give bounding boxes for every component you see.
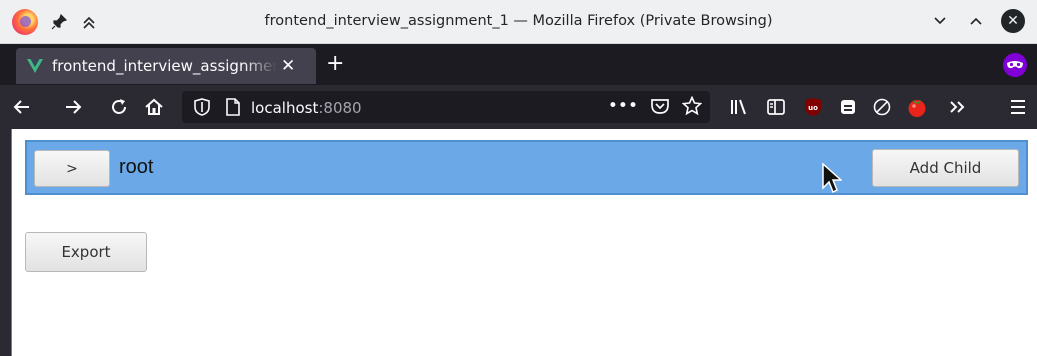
- overflow-menu-icon[interactable]: [945, 95, 969, 119]
- tab-title: frontend_interview_assignment_1: [52, 57, 277, 75]
- url-text: localhost:8080: [251, 98, 362, 117]
- home-icon[interactable]: [142, 95, 166, 119]
- mouse-cursor-icon: [822, 162, 842, 194]
- close-window-icon[interactable]: ✕: [1001, 9, 1025, 33]
- url-actions: •••: [608, 95, 703, 120]
- back-arrow-icon[interactable]: [10, 95, 34, 119]
- maximize-icon[interactable]: [965, 10, 987, 32]
- blocked-icon[interactable]: [870, 95, 894, 119]
- pocket-icon[interactable]: [650, 96, 670, 120]
- tab-active[interactable]: frontend_interview_assignment_1 ✕: [16, 48, 316, 84]
- bookmark-star-icon[interactable]: [681, 95, 703, 120]
- page-info-icon[interactable]: [226, 98, 242, 116]
- multi-account-containers-icon[interactable]: [836, 95, 860, 119]
- vue-icon: [27, 59, 43, 73]
- tracking-protection-icon[interactable]: [194, 98, 212, 116]
- url-host: localhost: [251, 98, 319, 117]
- window-titlebar: frontend_interview_assignment_1 — Mozill…: [0, 0, 1037, 44]
- window-controls: ✕: [929, 9, 1025, 33]
- tomato-timer-icon[interactable]: [905, 95, 929, 119]
- export-button[interactable]: Export: [25, 232, 147, 272]
- ublock-origin-icon[interactable]: uo: [801, 95, 825, 119]
- forward-arrow-icon[interactable]: [61, 95, 85, 119]
- url-port: :8080: [318, 98, 362, 117]
- expand-toggle-button[interactable]: >: [34, 150, 110, 187]
- url-bar[interactable]: localhost:8080 •••: [182, 91, 710, 123]
- node-label: root: [119, 156, 154, 178]
- reload-icon[interactable]: [107, 95, 131, 119]
- add-child-button[interactable]: Add Child: [872, 149, 1019, 187]
- sidebar-icon[interactable]: [764, 95, 788, 119]
- tab-close-icon[interactable]: ✕: [281, 56, 295, 76]
- window-title: frontend_interview_assignment_1 — Mozill…: [264, 13, 773, 29]
- page-actions-icon[interactable]: •••: [608, 96, 638, 120]
- svg-text:uo: uo: [808, 104, 818, 112]
- private-browsing-icon: [1003, 53, 1027, 77]
- navigation-toolbar: localhost:8080 ••• uo: [0, 85, 1037, 129]
- tree-node-root: > root Add Child: [25, 140, 1028, 195]
- library-icon[interactable]: [727, 95, 751, 119]
- new-tab-icon[interactable]: +: [326, 53, 344, 75]
- hamburger-menu-icon[interactable]: [1006, 95, 1030, 119]
- page-content: > root Add Child Export: [11, 129, 1037, 356]
- minimize-icon[interactable]: [929, 10, 951, 32]
- tab-strip: frontend_interview_assignment_1 ✕ +: [0, 44, 1037, 85]
